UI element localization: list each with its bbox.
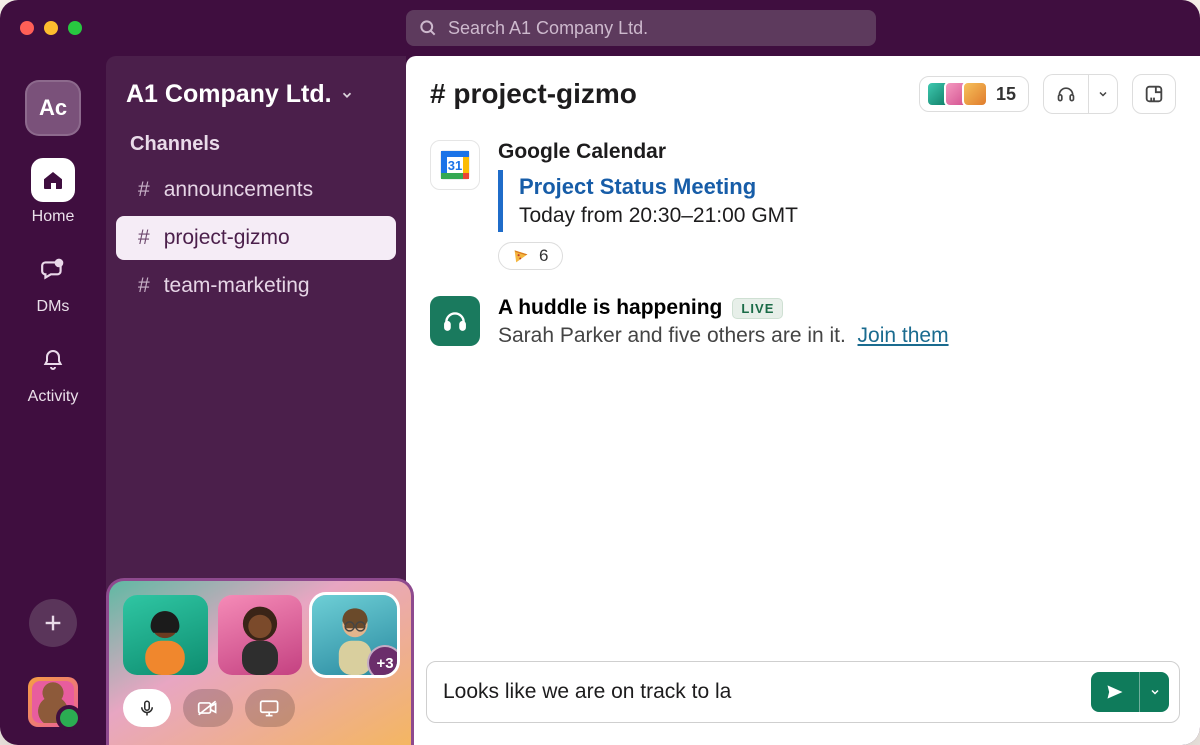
- start-huddle-button[interactable]: [1043, 74, 1088, 114]
- channel-title[interactable]: # project-gizmo: [430, 78, 637, 110]
- search-icon: [418, 18, 438, 38]
- app-window: Ac Home DMs Activity: [0, 0, 1200, 745]
- nav-home[interactable]: Home: [31, 158, 75, 226]
- nav-rail: Ac Home DMs Activity: [0, 56, 106, 745]
- calendar-event-card[interactable]: Project Status Meeting Today from 20:30–…: [498, 170, 1176, 232]
- join-huddle-link[interactable]: Join them: [858, 324, 949, 347]
- huddle-announce-title: A huddle is happening: [498, 296, 722, 320]
- minimize-window-icon[interactable]: [44, 21, 58, 35]
- huddle-participant-2[interactable]: [218, 595, 303, 675]
- huddle-screenshare-button[interactable]: [245, 689, 295, 727]
- svg-text:31: 31: [448, 158, 462, 173]
- channel-name: announcements: [164, 178, 313, 202]
- channel-team-marketing[interactable]: # team-marketing: [116, 264, 396, 308]
- maximize-window-icon[interactable]: [68, 21, 82, 35]
- send-split: [1091, 672, 1169, 712]
- workspace-badge[interactable]: Ac: [25, 80, 81, 136]
- hash-icon: #: [138, 226, 150, 250]
- huddle-widget: +3: [106, 578, 414, 745]
- close-window-icon[interactable]: [20, 21, 34, 35]
- canvas-button[interactable]: [1132, 74, 1176, 114]
- avatar: [962, 81, 988, 107]
- workspace-name: A1 Company Ltd.: [126, 80, 332, 109]
- titlebar: [0, 0, 1200, 56]
- event-time: Today from 20:30–21:00 GMT: [519, 204, 1176, 228]
- event-title: Project Status Meeting: [519, 174, 1176, 200]
- main-panel: # project-gizmo 15: [406, 56, 1200, 745]
- hash-icon: #: [138, 274, 150, 298]
- window-controls: [20, 21, 82, 35]
- nav-dms-label: DMs: [37, 298, 70, 316]
- message-list: 31 Google Calendar Project Status Meetin…: [406, 132, 1200, 649]
- hash-icon: #: [138, 178, 150, 202]
- chevron-down-icon: [340, 88, 354, 102]
- reaction-count: 6: [539, 246, 548, 266]
- activity-icon: [31, 338, 75, 382]
- channel-name: team-marketing: [164, 274, 310, 298]
- channel-header: # project-gizmo 15: [406, 56, 1200, 132]
- channel-project-gizmo[interactable]: # project-gizmo: [116, 216, 396, 260]
- live-badge: LIVE: [732, 298, 783, 319]
- message-huddle-announcement: A huddle is happening LIVE Sarah Parker …: [430, 296, 1176, 348]
- user-avatar[interactable]: [28, 677, 78, 727]
- composer-area: [406, 649, 1200, 745]
- channel-members-button[interactable]: 15: [919, 76, 1029, 112]
- huddle-participant-1[interactable]: [123, 595, 208, 675]
- sidebar: A1 Company Ltd. Channels # announcements…: [106, 56, 406, 745]
- nav-activity[interactable]: Activity: [28, 338, 79, 406]
- huddle-overflow-badge[interactable]: +3: [367, 645, 397, 675]
- headphones-icon: [430, 296, 480, 346]
- message-input[interactable]: [443, 680, 1081, 704]
- channels-section-label[interactable]: Channels: [106, 123, 406, 166]
- huddle-camera-off-button[interactable]: [183, 689, 233, 727]
- search-input[interactable]: [406, 10, 876, 46]
- huddle-participant-3[interactable]: +3: [312, 595, 397, 675]
- search-container: [406, 10, 876, 46]
- pizza-icon: [513, 248, 529, 264]
- huddle-menu-button[interactable]: [1088, 74, 1118, 114]
- home-icon: [31, 158, 75, 202]
- app-name: Google Calendar: [498, 140, 1176, 164]
- google-calendar-icon: 31: [430, 140, 480, 190]
- huddle-mic-button[interactable]: [123, 689, 171, 727]
- add-button[interactable]: [29, 599, 77, 647]
- message-calendar: 31 Google Calendar Project Status Meetin…: [430, 140, 1176, 270]
- reaction-pizza[interactable]: 6: [498, 242, 563, 270]
- channel-announcements[interactable]: # announcements: [116, 168, 396, 212]
- nav-dms[interactable]: DMs: [31, 248, 75, 316]
- dms-icon: [31, 248, 75, 292]
- member-count: 15: [996, 84, 1016, 105]
- huddle-participants-text: Sarah Parker and five others are in it.: [498, 324, 846, 347]
- send-options-button[interactable]: [1139, 672, 1169, 712]
- nav-activity-label: Activity: [28, 388, 79, 406]
- composer: [426, 661, 1180, 723]
- send-button[interactable]: [1091, 672, 1139, 712]
- channel-name: project-gizmo: [164, 226, 290, 250]
- workspace-switcher[interactable]: A1 Company Ltd.: [106, 80, 406, 123]
- huddle-header-button: [1043, 74, 1118, 114]
- member-avatar-stack: [926, 81, 988, 107]
- nav-home-label: Home: [32, 208, 75, 226]
